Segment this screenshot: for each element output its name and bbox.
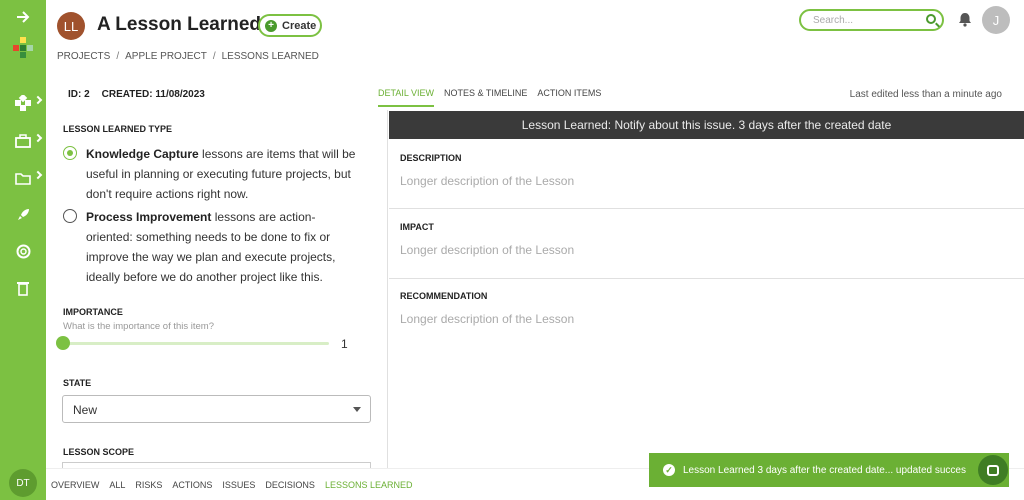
breadcrumb-project[interactable]: APPLE PROJECT [125,51,207,62]
item-avatar: LL [57,12,85,40]
search-icon [926,14,936,24]
workspace-avatar[interactable]: DT [9,469,37,497]
item-created: CREATED: 11/08/2023 [101,89,205,100]
recommendation-label: RECOMMENDATION [400,291,488,301]
last-edited: Last edited less than a minute ago [849,89,1002,100]
tab-notes-timeline[interactable]: NOTES & TIMELINE [444,88,527,107]
description-field[interactable]: Longer description of the Lesson [400,174,574,188]
breadcrumb-projects[interactable]: PROJECTS [57,51,110,62]
radio-knowledge-capture[interactable]: Knowledge Capture lessons are items that… [63,144,363,204]
toast-message: Lesson Learned 3 days after the created … [683,464,966,476]
state-label: STATE [63,378,92,388]
briefcase-icon[interactable] [0,126,46,156]
page-title: A Lesson Learned [97,14,262,35]
description-label: DESCRIPTION [400,153,462,163]
app-logo-icon[interactable] [0,33,46,63]
portfolio-icon[interactable] [0,88,46,118]
importance-slider-track[interactable] [62,342,329,345]
chat-icon [987,464,999,476]
nav-lessons-learned[interactable]: LESSONS LEARNED [325,480,413,490]
importance-value: 1 [341,337,348,351]
bell-icon[interactable] [958,12,972,32]
search-input[interactable]: Search... [799,9,944,31]
recommendation-field[interactable]: Longer description of the Lesson [400,312,574,326]
radio-button-checked[interactable] [63,146,77,160]
check-icon: ✓ [663,464,675,476]
nav-actions[interactable]: ACTIONS [172,480,212,490]
nav-issues[interactable]: ISSUES [222,480,255,490]
tab-action-items[interactable]: ACTION ITEMS [537,88,601,107]
importance-slider-thumb[interactable] [56,336,70,350]
item-meta: ID: 2 CREATED: 11/08/2023 [68,89,205,100]
folder-icon[interactable] [0,163,46,193]
description-section: DESCRIPTION Longer description of the Le… [389,139,1024,209]
impact-section: IMPACT Longer description of the Lesson [389,209,1024,279]
dropdown-caret-icon [353,407,361,412]
nav-risks[interactable]: RISKS [135,480,162,490]
search-placeholder: Search... [813,15,854,26]
create-button-label: Create [282,19,317,32]
success-toast[interactable]: ✓ Lesson Learned 3 days after the create… [649,453,1009,487]
state-value: New [73,403,98,417]
notification-banner: Lesson Learned: Notify about this issue.… [389,111,1024,139]
lesson-type-label: LESSON LEARNED TYPE [63,124,173,134]
importance-label: IMPORTANCE [63,307,123,317]
create-button[interactable]: + Create [258,14,322,37]
impact-field[interactable]: Longer description of the Lesson [400,243,574,257]
rocket-icon[interactable] [0,199,46,229]
lifebuoy-icon[interactable] [0,236,46,266]
recommendation-section: RECOMMENDATION Longer description of the… [389,279,1024,349]
user-avatar[interactable]: J [982,6,1010,34]
properties-panel: LESSON LEARNED TYPE Knowledge Capture le… [46,110,388,468]
left-rail: DT [0,0,46,500]
lesson-scope-label: LESSON SCOPE [63,447,135,457]
nav-all[interactable]: ALL [109,480,125,490]
impact-label: IMPACT [400,222,434,232]
chat-button[interactable] [978,455,1008,485]
state-select[interactable]: New [62,395,371,423]
nav-decisions[interactable]: DECISIONS [265,480,315,490]
radio-button[interactable] [63,209,77,223]
process-improvement-text: Process Improvement lessons are action-o… [86,210,336,284]
importance-subtitle: What is the importance of this item? [63,321,215,332]
nav-overview[interactable]: OVERVIEW [51,480,99,490]
detail-tabs: DETAIL VIEW NOTES & TIMELINE ACTION ITEM… [378,88,601,107]
breadcrumb: PROJECTS / APPLE PROJECT / LESSONS LEARN… [57,51,319,62]
trash-icon[interactable] [0,273,46,303]
radio-process-improvement[interactable]: Process Improvement lessons are action-o… [63,207,363,287]
tab-detail-view[interactable]: DETAIL VIEW [378,88,435,107]
breadcrumb-lessons[interactable]: LESSONS LEARNED [222,51,319,62]
plus-icon: + [265,19,277,32]
item-id: ID: 2 [68,89,90,100]
expand-arrow-icon[interactable] [0,2,46,32]
knowledge-capture-text: Knowledge Capture lessons are items that… [86,147,356,201]
